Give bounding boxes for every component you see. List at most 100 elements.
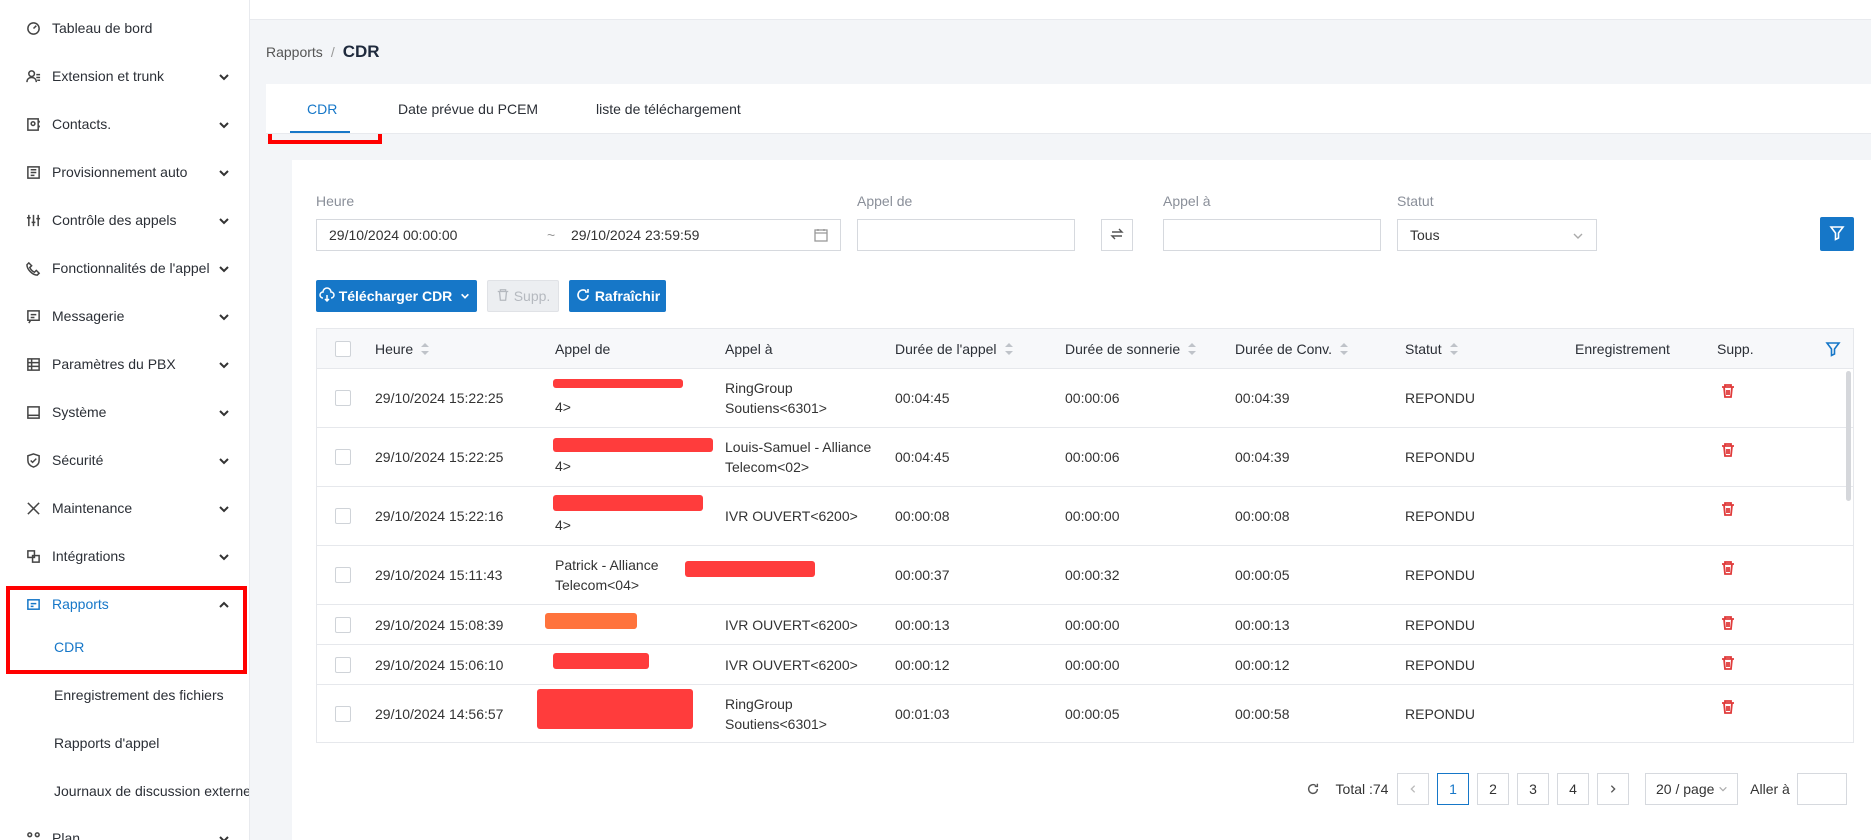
table-row[interactable]: 29/10/2024 15:08:39 IVR OUVERT<6200> 00:… [317,605,1853,645]
phone-icon [24,259,42,277]
date-start: 29/10/2024 00:00:00 [329,227,458,243]
column-header-heure[interactable]: Heure [375,329,430,369]
cell-statut: REPONDU [1405,617,1476,633]
sidebar-item-maintenance[interactable]: Maintenance [0,488,249,528]
sidebar-item-messaging[interactable]: Messagerie [0,296,249,336]
column-filter-icon[interactable] [1825,329,1841,369]
tab-pcem-date[interactable]: Date prévue du PCEM [398,84,538,134]
row-checkbox[interactable] [335,657,351,673]
cell-duree-appel: 00:01:03 [895,706,950,722]
cell-duree-sonnerie: 00:00:32 [1065,567,1120,583]
delete-label: Supp. [513,288,551,304]
tab-cdr[interactable]: CDR [307,84,337,134]
refresh-button[interactable]: Rafraîchir [569,280,666,312]
trash-icon[interactable] [1720,560,1736,576]
trash-icon[interactable] [1720,615,1736,631]
page-size-select[interactable]: 20 / page [1645,773,1738,805]
sidebar-item-call-control[interactable]: Contrôle des appels [0,200,249,240]
pagination-page-2[interactable]: 2 [1477,773,1509,805]
trash-icon[interactable] [1720,699,1736,715]
cell-statut: REPONDU [1405,706,1476,722]
chevron-down-icon [218,406,230,418]
cell-duree-conv: 00:00:05 [1235,567,1290,583]
tools-icon [24,499,42,517]
pagination-page-3[interactable]: 3 [1517,773,1549,805]
column-header-duree-appel[interactable]: Durée de l'appel [895,329,1013,369]
row-checkbox[interactable] [335,390,351,406]
cell-heure: 29/10/2024 15:08:39 [375,617,504,633]
active-tab-indicator [290,131,350,133]
trash-icon[interactable] [1720,501,1736,517]
sidebar-subitem-chat-logs[interactable]: Journaux de discussion externe [54,771,249,811]
appel-de-input[interactable] [857,219,1075,251]
sidebar-item-call-features[interactable]: Fonctionnalités de l'appel [0,248,249,288]
table-row[interactable]: 29/10/2024 15:11:43 Patrick - Alliance Te… [317,546,1853,605]
cell-heure: 29/10/2024 14:56:57 [375,706,504,722]
table-row[interactable]: 29/10/2024 15:06:10 IVR OUVERT<6200> 00:… [317,645,1853,685]
breadcrumb-parent[interactable]: Rapports [266,44,323,60]
column-header-duree-sonnerie[interactable]: Durée de sonnerie [1065,329,1197,369]
trash-icon[interactable] [1720,442,1736,458]
row-checkbox[interactable] [335,567,351,583]
goto-page-input[interactable] [1797,773,1847,805]
sidebar-item-extension-trunk[interactable]: Extension et trunk [0,56,249,96]
sidebar-item-security[interactable]: Sécurité [0,440,249,480]
contacts-icon [24,115,42,133]
pagination-page-1[interactable]: 1 [1437,773,1469,805]
row-checkbox[interactable] [335,449,351,465]
sort-icon[interactable] [1004,343,1013,355]
sidebar-item-contacts[interactable]: Contacts. [0,104,249,144]
plan-icon [24,829,42,840]
delete-button[interactable]: Supp. [487,280,559,312]
sidebar-item-dashboard[interactable]: Tableau de bord [0,8,249,48]
table-scrollbar[interactable] [1846,371,1851,501]
cell-appel-a: Louis-Samuel - Alliance Telecom<02> [725,439,872,475]
trash-icon[interactable] [1720,655,1736,671]
sort-icon[interactable] [421,343,430,355]
pagination-next-button[interactable] [1597,773,1629,805]
table-row[interactable]: 29/10/2024 15:22:25 4> Louis-Samuel - Al… [317,428,1853,487]
filter-label-appel-de: Appel de [857,193,913,209]
filter-button[interactable] [1820,217,1854,251]
filter-label-statut: Statut [1397,193,1434,209]
trash-icon[interactable] [1720,383,1736,399]
table-row[interactable]: 29/10/2024 15:22:25 4> RingGroup Soutiens… [317,369,1853,428]
reload-icon[interactable] [1303,773,1323,805]
sidebar-subitem-recordings[interactable]: Enregistrement des fichiers [54,675,224,715]
sort-icon[interactable] [1188,343,1197,355]
pagination-page-4[interactable]: 4 [1557,773,1589,805]
table-row[interactable]: 29/10/2024 14:56:57 RingGroup Soutiens<63… [317,685,1853,742]
sidebar-item-pbx-settings[interactable]: Paramètres du PBX [0,344,249,384]
sidebar-item-label: Système [52,404,107,420]
row-checkbox[interactable] [335,706,351,722]
download-cdr-button[interactable]: Télécharger CDR [316,280,477,312]
cell-duree-appel: 00:00:37 [895,567,950,583]
column-header-statut[interactable]: Statut [1405,329,1458,369]
sidebar-item-integrations[interactable]: Intégrations [0,536,249,576]
swap-button[interactable] [1101,219,1133,251]
pagination-prev-button[interactable] [1397,773,1429,805]
sidebar-item-label: Messagerie [52,308,125,324]
trash-icon [496,288,514,305]
date-range-picker[interactable]: 29/10/2024 00:00:00 ~ 29/10/2024 23:59:5… [316,219,841,251]
row-checkbox[interactable] [335,617,351,633]
appel-a-input[interactable] [1163,219,1381,251]
cell-duree-sonnerie: 00:00:00 [1065,508,1120,524]
select-all-checkbox[interactable] [335,341,351,357]
sidebar-item-plan[interactable]: Plan [0,818,249,840]
pbx-settings-icon [24,355,42,373]
sidebar-item-provisioning[interactable]: Provisionnement auto [0,152,249,192]
tab-download-list[interactable]: liste de téléchargement [596,84,741,134]
sidebar-item-system[interactable]: Système [0,392,249,432]
cloud-download-icon [319,286,339,306]
table-row[interactable]: 29/10/2024 15:22:16 4> IVR OUVERT<6200> … [317,487,1853,546]
column-header-duree-conv[interactable]: Durée de Conv. [1235,329,1349,369]
cell-heure: 29/10/2024 15:11:43 [375,567,503,583]
row-checkbox[interactable] [335,508,351,524]
sort-icon[interactable] [1340,343,1349,355]
sort-icon[interactable] [1449,343,1458,355]
sidebar-subitem-call-reports[interactable]: Rapports d'appel [54,723,159,763]
sidebar-item-label: Paramètres du PBX [52,356,176,372]
cell-statut: REPONDU [1405,390,1476,406]
statut-select[interactable]: Tous [1397,219,1597,251]
